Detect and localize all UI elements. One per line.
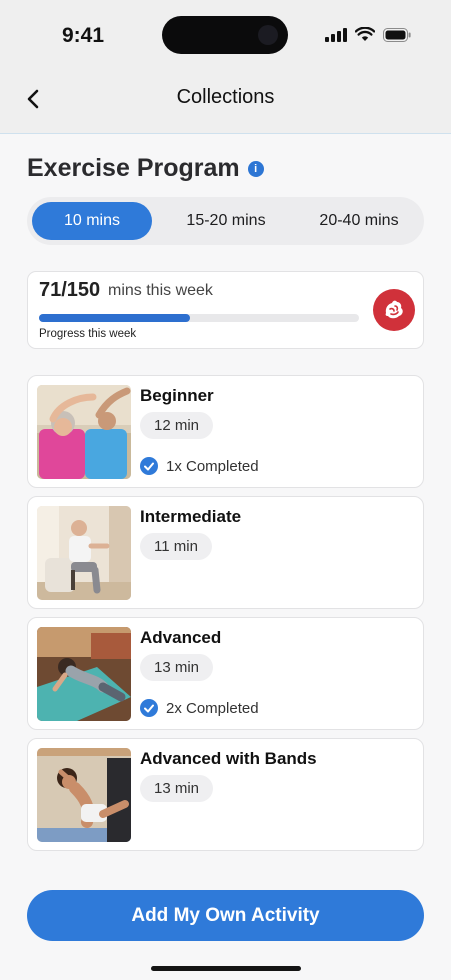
status-time: 9:41 (62, 24, 105, 47)
tab-10-mins[interactable]: 10 mins (32, 202, 152, 240)
duration-badge: 12 min (140, 412, 214, 439)
section-title: Exercise Program i (27, 154, 264, 183)
program-card-advanced[interactable]: Advanced 13 min 2x Completed (27, 617, 424, 730)
add-own-activity-button[interactable]: Add My Own Activity (27, 890, 424, 941)
status-icons (325, 27, 411, 42)
info-icon[interactable]: i (247, 160, 264, 177)
yoga-mat-stretch-photo (37, 627, 131, 721)
program-name: Intermediate (140, 507, 242, 526)
tab-15-20-mins[interactable]: 15-20 mins (163, 202, 289, 240)
status-bar: 9:41 (0, 0, 451, 70)
completion-status: 2x Completed (140, 699, 259, 717)
dynamic-island (162, 16, 288, 54)
muscle-icon[interactable] (373, 289, 415, 331)
seniors-stretching-photo (37, 385, 131, 479)
cellular-signal-icon (325, 27, 347, 42)
progress-suffix: mins this week (108, 282, 213, 299)
progress-bar (39, 314, 359, 322)
home-indicator (151, 966, 301, 971)
program-name: Advanced (140, 628, 222, 647)
program-name: Beginner (140, 386, 214, 405)
program-card-beginner[interactable]: Beginner 12 min 1x Completed (27, 375, 424, 488)
duration-badge: 13 min (140, 654, 214, 681)
program-name: Advanced with Bands (140, 749, 317, 768)
checkmark-icon (140, 457, 158, 475)
completion-status: 1x Completed (140, 457, 259, 475)
situp-workout-photo (37, 748, 131, 842)
navigation-bar: Collections (0, 70, 451, 134)
section-title-text: Exercise Program (27, 154, 240, 182)
progress-bar-fill (39, 314, 191, 322)
progress-value: 71/150 (39, 279, 101, 301)
program-card-intermediate[interactable]: Intermediate 11 min (27, 496, 424, 609)
wifi-icon (355, 27, 375, 41)
completion-text: 1x Completed (166, 457, 259, 475)
weekly-progress-card: 71/150 mins this week Progress this week (27, 271, 424, 349)
progress-caption: Progress this week (39, 328, 137, 340)
duration-badge: 13 min (140, 775, 214, 802)
program-card-advanced-with-bands[interactable]: Advanced with Bands 13 min (27, 738, 424, 851)
tab-20-40-mins[interactable]: 20-40 mins (297, 202, 421, 240)
duration-segmented-control: 10 mins 15-20 mins 20-40 mins (27, 197, 424, 245)
checkmark-icon (140, 699, 158, 717)
chair-exercise-photo (37, 506, 131, 600)
page-title: Collections (176, 86, 275, 108)
battery-icon (383, 27, 411, 42)
duration-badge: 11 min (140, 533, 212, 560)
completion-text: 2x Completed (166, 699, 259, 717)
